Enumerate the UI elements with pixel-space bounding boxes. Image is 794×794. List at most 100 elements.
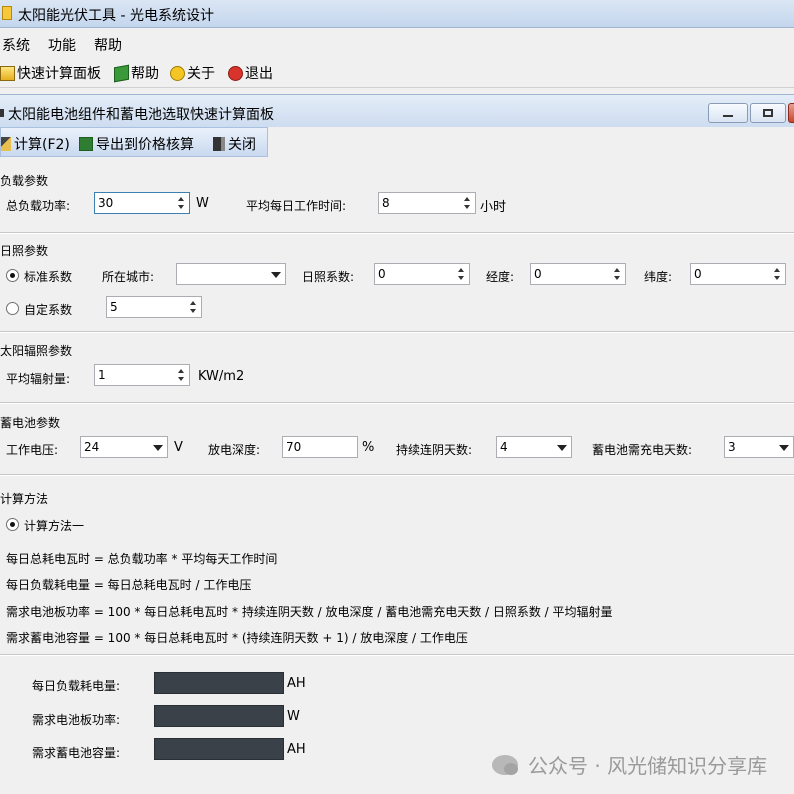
method1-label: 计算方法一 [24,519,85,533]
radiation-section-label: 太阳辐照参数 [0,344,73,358]
recharge-days-label: 蓄电池需充电天数: [592,443,693,457]
battery-section-label: 蓄电池参数 [0,416,61,430]
panel-power-output [154,705,284,727]
spinner-arrows[interactable] [175,367,187,383]
sun-coef-input[interactable]: 0 [374,263,470,285]
export-price-button[interactable]: 导出到价格核算 [79,134,194,154]
spinner-arrows[interactable] [771,266,783,282]
load-section-label: 负载参数 [0,174,49,188]
chevron-down-icon [153,445,163,451]
daily-hours-input[interactable]: 8 [378,192,476,214]
avg-radiation-input[interactable]: 1 [94,364,190,386]
formula-daily-ah: 每日负载耗电量 = 每日总耗电瓦时 / 工作电压 [6,578,252,592]
latitude-input[interactable]: 0 [690,263,786,285]
excel-icon [79,137,93,151]
calculator-icon [0,65,15,81]
panel-title: 太阳能电池组件和蓄电池选取快速计算面板 [8,107,274,123]
book-icon [114,64,129,82]
restore-icon [763,109,773,117]
window-title: 太阳能光伏工具 - 光电系统设计 [18,8,214,24]
sun-section-label: 日照参数 [0,244,49,258]
custom-coef-input[interactable]: 5 [106,296,202,318]
restore-button[interactable] [750,103,786,123]
exit-button[interactable]: 退出 [228,64,273,82]
window-titlebar: 太阳能光伏工具 - 光电系统设计 [0,0,794,28]
standard-coef-radio[interactable] [6,269,19,282]
formula-panel-power: 需求电池板功率 = 100 * 每日总耗电瓦时 * 持续连阴天数 / 放电深度 … [6,605,613,619]
hours-unit: 小时 [480,200,507,215]
dod-unit: % [362,440,375,455]
door-exit-icon [213,137,225,151]
chevron-down-icon [779,445,789,451]
custom-coef-radio[interactable] [6,302,19,315]
voltage-select[interactable]: 24 [80,436,168,458]
separator [0,232,794,234]
sun-coef-label: 日照系数: [302,270,355,284]
latitude-label: 纬度: [644,270,673,284]
battery-capacity-output [154,738,284,760]
daily-consumption-unit: AH [287,676,306,691]
close-panel-button[interactable]: 关闭 [213,134,256,154]
city-select[interactable] [176,263,286,285]
separator [0,474,794,476]
chevron-down-icon [271,272,281,278]
minimize-button[interactable] [708,103,748,123]
spinner-arrows[interactable] [611,266,623,282]
voltage-unit: V [174,440,183,455]
avg-radiation-label: 平均辐射量: [6,372,71,386]
main-toolbar: 快速计算面板 帮助 关于 退出 [0,58,794,88]
standard-coef-label: 标准系数 [24,270,73,284]
longitude-label: 经度: [486,270,515,284]
daily-consumption-label: 每日负载耗电量: [32,679,121,693]
help-button[interactable]: 帮助 [114,64,159,82]
total-power-label: 总负载功率: [6,199,71,213]
method-section-label: 计算方法 [0,492,49,506]
calculate-button[interactable]: 计算(F2) [1,134,70,154]
formula-daily-wh: 每日总耗电瓦时 = 总负载功率 * 平均每天工作时间 [6,552,278,566]
panel-close-button[interactable] [788,103,794,123]
wechat-icon [492,754,518,775]
panel-power-unit: W [287,709,300,724]
app-icon [2,6,12,20]
custom-coef-label: 自定系数 [24,303,73,317]
panel-titlebar: 太阳能电池组件和蓄电池选取快速计算面板 [0,95,794,127]
menu-help[interactable]: 帮助 [94,35,122,55]
question-icon [170,65,185,81]
spinner-arrows[interactable] [455,266,467,282]
city-label: 所在城市: [102,270,155,284]
panel-icon [0,109,4,117]
voltage-label: 工作电压: [6,443,59,457]
quick-calc-button[interactable]: 快速计算面板 [0,64,101,82]
menu-function[interactable]: 功能 [48,35,76,55]
daily-hours-label: 平均每日工作时间: [246,199,347,213]
menu-system[interactable]: 系统 [2,35,30,55]
radiation-unit: KW/m2 [198,369,245,384]
separator [0,654,794,656]
cloudy-days-label: 持续连阴天数: [396,443,473,457]
daily-consumption-output [154,672,284,694]
total-power-input[interactable]: 30 [94,192,190,214]
spinner-arrows[interactable] [461,195,473,211]
pencil-icon [1,137,11,151]
exit-icon [228,65,243,81]
longitude-input[interactable]: 0 [530,263,626,285]
battery-capacity-label: 需求蓄电池容量: [32,746,121,760]
spinner-arrows[interactable] [187,299,199,315]
chevron-down-icon [557,445,567,451]
panel-toolbar: 计算(F2) 导出到价格核算 关闭 [0,127,268,157]
menu-bar: 系统 功能 帮助 [0,30,794,56]
panel-power-label: 需求电池板功率: [32,713,121,727]
battery-capacity-unit: AH [287,742,306,757]
cloudy-days-select[interactable]: 4 [496,436,572,458]
separator [0,331,794,333]
recharge-days-select[interactable]: 3 [724,436,794,458]
dod-input[interactable]: 70 [282,436,358,458]
dod-label: 放电深度: [208,443,261,457]
separator [0,402,794,404]
about-button[interactable]: 关于 [170,64,215,82]
formula-battery-capacity: 需求蓄电池容量 = 100 * 每日总耗电瓦时 * (持续连阴天数 + 1) /… [6,631,468,645]
power-unit: W [196,196,209,211]
minimize-icon [723,115,733,117]
spinner-arrows[interactable] [175,195,187,211]
method1-radio[interactable] [6,518,19,531]
